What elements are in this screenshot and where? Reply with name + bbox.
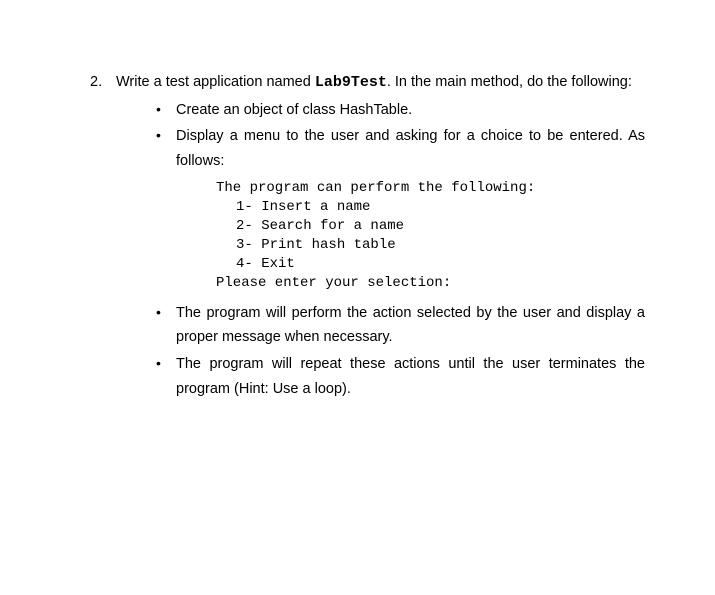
bullet-text-4: The program will repeat these actions un… bbox=[176, 352, 645, 401]
bullet-item-2: • Display a menu to the user and asking … bbox=[156, 124, 645, 173]
bullet-text-2: Display a menu to the user and asking fo… bbox=[176, 124, 645, 173]
app-name: Lab9Test bbox=[315, 74, 387, 91]
code-line-5: 4- Exit bbox=[236, 256, 295, 272]
intro-text-part2: . In the main method, do the following: bbox=[387, 74, 632, 90]
code-block: The program can perform the following: 1… bbox=[216, 179, 645, 292]
code-line-1: The program can perform the following: bbox=[216, 180, 535, 196]
bullet-marker: • bbox=[156, 124, 176, 173]
bullet-text-3: The program will perform the action sele… bbox=[176, 301, 645, 350]
numbered-item-2: 2. Write a test application named Lab9Te… bbox=[90, 70, 645, 403]
code-line-4: 3- Print hash table bbox=[236, 237, 396, 253]
bullet-item-3: • The program will perform the action se… bbox=[156, 301, 645, 350]
code-line-6: Please enter your selection: bbox=[216, 275, 451, 291]
bullet-marker: • bbox=[156, 301, 176, 350]
item-content: Write a test application named Lab9Test.… bbox=[116, 70, 645, 403]
code-line-3: 2- Search for a name bbox=[236, 218, 404, 234]
item-intro: Write a test application named Lab9Test.… bbox=[116, 70, 645, 96]
bullet-text-1: Create an object of class HashTable. bbox=[176, 98, 645, 123]
bullet-marker: • bbox=[156, 352, 176, 401]
item-number: 2. bbox=[90, 70, 114, 403]
bullet-list: • Create an object of class HashTable. •… bbox=[156, 98, 645, 402]
bullet-marker: • bbox=[156, 98, 176, 123]
bullet-item-4: • The program will repeat these actions … bbox=[156, 352, 645, 401]
code-line-2: 1- Insert a name bbox=[236, 199, 370, 215]
intro-text-part1: Write a test application named bbox=[116, 74, 315, 90]
bullet-item-1: • Create an object of class HashTable. bbox=[156, 98, 645, 123]
